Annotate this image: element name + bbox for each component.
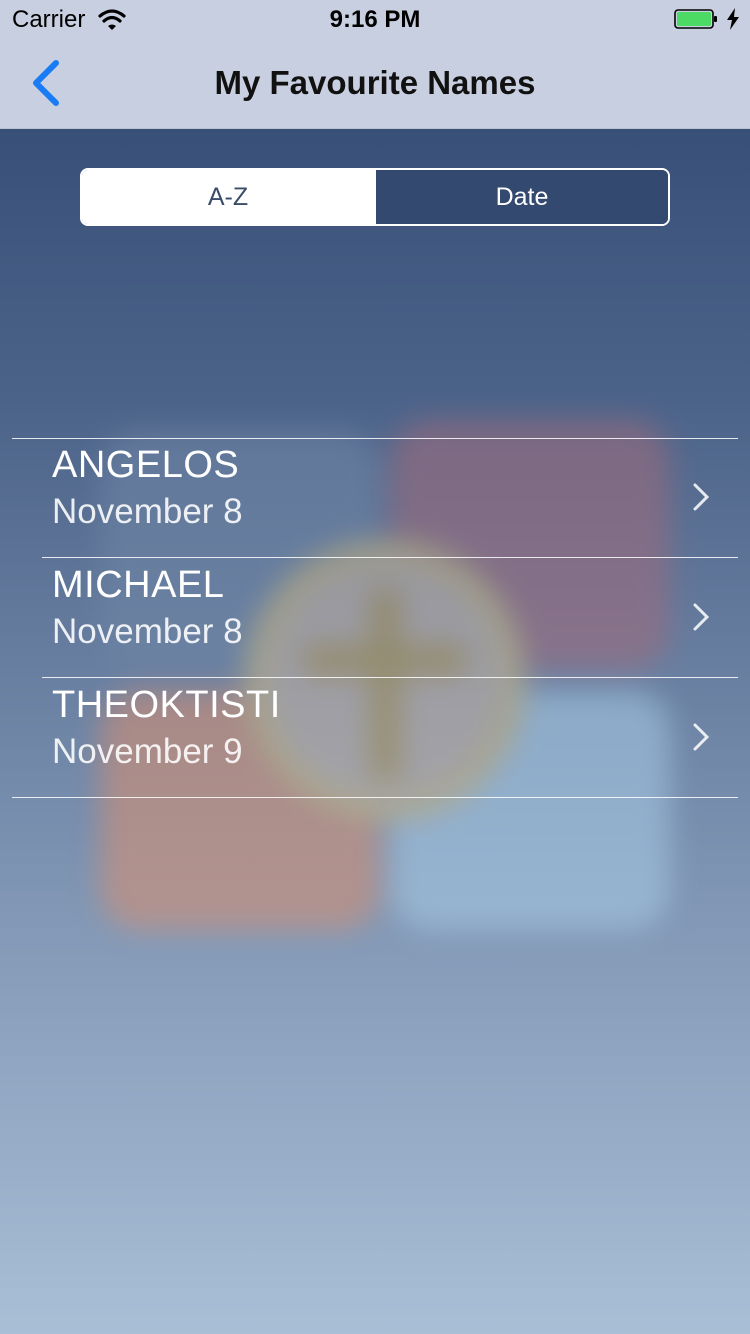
list-item-name: MICHAEL bbox=[52, 564, 225, 606]
segment-az[interactable]: A-Z bbox=[82, 170, 374, 224]
charging-bolt-icon bbox=[727, 8, 739, 30]
sort-segmented-control: A-Z Date bbox=[80, 168, 670, 226]
status-bar: Carrier 9:16 PM bbox=[0, 0, 750, 40]
page-title: My Favourite Names bbox=[214, 64, 536, 101]
chevron-right-icon bbox=[693, 483, 710, 511]
list-item[interactable]: ANGELOS November 8 bbox=[0, 438, 750, 558]
list-item-date: November 9 bbox=[52, 732, 243, 771]
list-item-date: November 8 bbox=[52, 492, 243, 531]
list-item[interactable]: MICHAEL November 8 bbox=[0, 558, 750, 678]
list-item[interactable]: THEOKTISTI November 9 bbox=[0, 678, 750, 798]
chevron-right-icon bbox=[693, 603, 710, 631]
status-time: 9:16 PM bbox=[329, 6, 421, 33]
list-separator bbox=[12, 797, 738, 798]
segment-date[interactable]: Date bbox=[374, 170, 668, 224]
navigation-bar: My Favourite Names bbox=[0, 40, 750, 128]
list-item-name: THEOKTISTI bbox=[52, 684, 281, 726]
top-bar: Carrier 9:16 PM My Favourite Names bbox=[0, 0, 750, 129]
chevron-right-icon bbox=[693, 723, 710, 751]
list-item-name: ANGELOS bbox=[52, 444, 240, 486]
battery-icon bbox=[674, 9, 717, 29]
list-item-date: November 8 bbox=[52, 612, 243, 651]
